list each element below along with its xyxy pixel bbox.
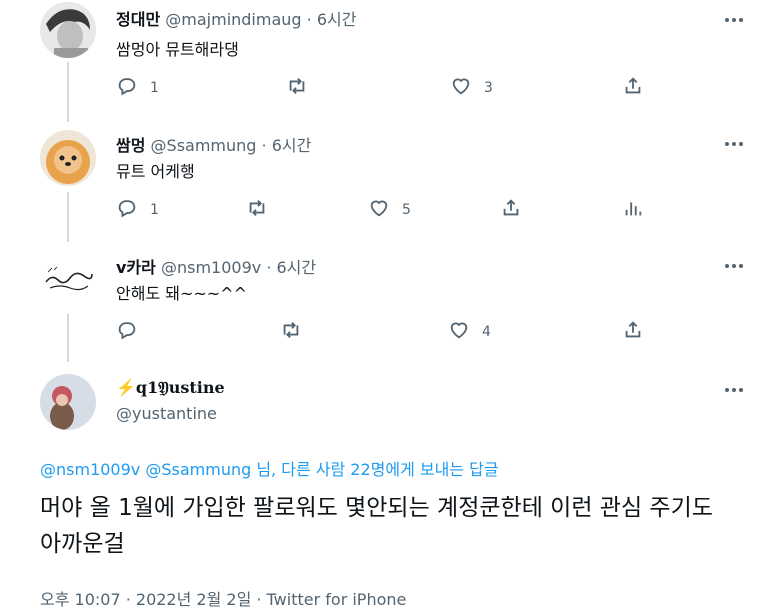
like-count: 3 [484,80,493,96]
like-count: 4 [482,324,491,340]
analytics-icon [622,197,644,223]
tweet-2[interactable]: 쌈멍 @Ssammung · 6시간 뮤트 어케행 1 5 [0,120,766,242]
tweet-metadata[interactable]: 오후 10:07 · 2022년 2월 2일 · Twitter for iPh… [40,586,406,610]
replying-to: @nsm1009v @Ssammung 님, 다른 사람 22명에게 보내는 답… [40,456,499,480]
display-name[interactable]: ⚡q1𝔜ustine [116,378,225,398]
timestamp[interactable]: 6시간 [317,10,357,29]
heart-icon [450,75,472,101]
action-bar: 1 3 [108,70,648,106]
share-icon [622,319,644,345]
tweet-text: 쌈멍아 뮤트해라댕 [116,40,239,59]
more-options-icon[interactable] [722,8,746,32]
retweet-icon [246,197,268,223]
username[interactable]: @nsm1009v [161,258,261,277]
avatar[interactable] [40,130,96,186]
reply-button[interactable]: 1 [116,70,159,106]
tweet-1[interactable]: 정대만 @majmindimaug · 6시간 쌈멍아 뮤트해라댕 1 3 [0,0,766,122]
more-options-icon[interactable] [722,132,746,156]
reply-button[interactable]: 1 [116,192,159,228]
timestamp[interactable]: 6시간 [277,258,317,277]
like-button[interactable]: 3 [450,70,493,106]
like-count: 5 [402,202,411,218]
more-options-icon[interactable] [722,378,746,402]
analytics-button[interactable] [622,192,644,228]
share-icon [622,75,644,101]
action-bar: 4 [108,314,648,350]
heart-icon [448,319,470,345]
separator: · [266,258,272,277]
mention-link[interactable]: @Ssammung [145,460,251,479]
display-name[interactable]: 정대만 [116,10,160,29]
tweet-header: v카라 @nsm1009v · 6시간 [116,254,316,278]
tweet-text: 머야 올 1월에 가입한 팔로워도 몇안되는 계정쿤한테 이런 관심 주기도 아… [40,495,713,557]
like-button[interactable]: 4 [448,314,491,350]
reply-icon [116,319,138,345]
tweet-text: 안해도 돼~~~^^ [116,284,247,303]
retweet-button[interactable] [246,192,268,228]
avatar[interactable] [40,252,96,308]
tweet-text: 뮤트 어케행 [116,162,195,181]
retweet-button[interactable] [280,314,302,350]
tweet-header: 쌈멍 @Ssammung · 6시간 [116,132,311,156]
thread-line [67,192,69,242]
like-button[interactable]: 5 [368,192,411,228]
avatar[interactable] [40,2,96,58]
mention-link[interactable]: @nsm1009v [40,460,140,479]
share-button[interactable] [500,192,522,228]
separator: · [261,136,267,155]
heart-icon [368,197,390,223]
share-button[interactable] [622,70,644,106]
more-options-icon[interactable] [722,254,746,278]
tweet-3[interactable]: v카라 @nsm1009v · 6시간 안해도 돼~~~^^ 4 [0,242,766,362]
retweet-icon [280,319,302,345]
separator: · [306,10,312,29]
display-name[interactable]: v카라 [116,258,156,277]
reply-to-suffix[interactable]: 님, 다른 사람 22명에게 보내는 답글 [251,460,498,479]
reply-icon [116,75,138,101]
share-button[interactable] [622,314,644,350]
display-name[interactable]: 쌈멍 [116,136,145,155]
timestamp[interactable]: 6시간 [272,136,312,155]
username[interactable]: @majmindimaug [165,10,301,29]
thread-line [67,314,69,362]
username[interactable]: @yustantine [116,404,217,423]
share-icon [500,197,522,223]
reply-count: 1 [150,80,159,96]
username[interactable]: @Ssammung [151,136,257,155]
reply-icon [116,197,138,223]
retweet-button[interactable] [286,70,308,106]
tweet-header: 정대만 @majmindimaug · 6시간 [116,6,356,30]
thread-line [67,62,69,122]
retweet-icon [286,75,308,101]
reply-count: 1 [150,202,159,218]
reply-button[interactable] [116,314,138,350]
avatar[interactable] [40,374,96,430]
action-bar: 1 5 [108,192,648,228]
